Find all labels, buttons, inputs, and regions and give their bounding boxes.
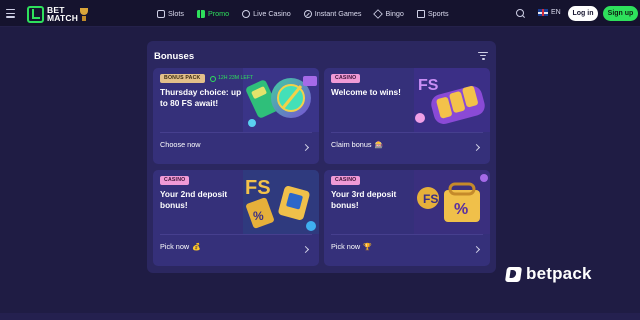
- betpack-logo-icon: [504, 266, 523, 282]
- pick-now-link[interactable]: Pick now 🏆: [331, 242, 372, 251]
- trophy-icon: [80, 7, 89, 21]
- live-casino-icon: [242, 9, 251, 18]
- free-spins-slot-illustration: FS: [414, 68, 490, 132]
- timer-text: 12H 23M LEFT: [218, 75, 254, 81]
- nav-item-bingo[interactable]: Bingo: [373, 8, 404, 19]
- nav-label: Live Casino: [253, 9, 291, 18]
- card-divider: [160, 234, 312, 235]
- svg-text:FS: FS: [418, 77, 439, 94]
- chevron-right-icon[interactable]: [472, 245, 481, 254]
- bonus-card-title: Your 2nd deposit bonus!: [160, 189, 228, 210]
- action-label: Claim bonus: [331, 140, 372, 149]
- bingo-icon: [373, 8, 384, 19]
- language-label: EN: [551, 9, 561, 16]
- clock-icon: [210, 75, 216, 82]
- third-deposit-illustration: FS %: [414, 170, 490, 234]
- watermark-text: betpack: [526, 264, 592, 283]
- nav-label: Promo: [207, 9, 230, 18]
- nav-label: Slots: [168, 9, 184, 18]
- bonus-card-welcome[interactable]: FS CASINO Welcome to wins! Claim bonus 🎰: [324, 68, 490, 164]
- bonus-pack-tag: BONUS PACK: [160, 74, 205, 83]
- casino-tag: CASINO: [160, 176, 190, 185]
- casino-tag: CASINO: [331, 74, 361, 83]
- nav-item-slots[interactable]: Slots: [157, 9, 184, 18]
- betmatch-logo[interactable]: BET MATCH: [27, 4, 89, 24]
- logo-text: BET MATCH: [47, 6, 79, 23]
- bonus-card-title: Your 3rd deposit bonus!: [331, 189, 397, 210]
- action-label: Pick now: [160, 242, 190, 251]
- chevron-right-icon[interactable]: [301, 245, 310, 254]
- chevron-right-icon[interactable]: [301, 143, 310, 152]
- nav-label: Bingo: [385, 9, 404, 18]
- login-button[interactable]: Log in: [568, 6, 598, 21]
- search-icon[interactable]: [516, 9, 525, 18]
- bottom-strip: [0, 313, 640, 320]
- uk-flag-icon: [538, 9, 548, 16]
- casino-tag: CASINO: [331, 176, 361, 185]
- bonuses-title: Bonuses: [154, 51, 195, 62]
- language-selector[interactable]: EN: [538, 9, 561, 16]
- trophy-emoji-icon: 🏆: [363, 243, 372, 251]
- logo-text-line2: MATCH: [47, 13, 79, 23]
- bonuses-panel: Bonuses BONUS PACK 12H 23M LEFT Thursday…: [147, 41, 496, 273]
- signup-button[interactable]: Sign up: [603, 6, 638, 21]
- pick-now-link[interactable]: Pick now 💰: [160, 242, 201, 251]
- svg-text:%: %: [253, 209, 264, 223]
- slot-machine-emoji-icon: 🎰: [374, 141, 384, 149]
- nav-item-live-casino[interactable]: Live Casino: [242, 9, 291, 18]
- bonus-card-3rd-deposit[interactable]: FS % CASINO Your 3rd deposit bonus! Pick…: [324, 170, 490, 266]
- svg-text:FS: FS: [423, 192, 438, 206]
- bonus-card-title: Welcome to wins!: [331, 87, 401, 97]
- nav-label: Instant Games: [314, 9, 362, 18]
- choose-now-link[interactable]: Choose now: [160, 140, 201, 149]
- sports-icon: [416, 9, 425, 18]
- logo-mark-icon: [27, 5, 44, 23]
- money-bag-emoji-icon: 💰: [192, 243, 201, 251]
- nav-item-sports[interactable]: Sports: [416, 9, 449, 18]
- betpack-watermark: betpack: [504, 264, 592, 284]
- card-divider: [331, 132, 483, 133]
- menu-icon[interactable]: [6, 9, 15, 18]
- action-label: Choose now: [160, 140, 201, 149]
- filter-icon[interactable]: [478, 52, 488, 60]
- bonus-pack-illustration: [243, 68, 319, 132]
- second-deposit-illustration: FS %: [243, 170, 319, 234]
- claim-bonus-link[interactable]: Claim bonus 🎰: [331, 140, 383, 149]
- nav-label: Sports: [427, 9, 449, 18]
- slot-machine-icon: [157, 9, 165, 18]
- gift-icon: [196, 9, 205, 18]
- bonus-card-title: Thursday choice: up to 80 FS await!: [160, 87, 242, 108]
- nav-item-promo[interactable]: Promo: [196, 9, 230, 18]
- nav-item-instant-games[interactable]: Instant Games: [303, 9, 362, 18]
- rocket-icon: [303, 9, 312, 18]
- bonus-card-thursday-choice[interactable]: BONUS PACK 12H 23M LEFT Thursday choice:…: [153, 68, 319, 164]
- action-label: Pick now: [331, 242, 361, 251]
- top-navigation-bar: BET MATCH Slots Promo Live Casino Instan…: [0, 0, 640, 27]
- countdown-timer: 12H 23M LEFT: [210, 74, 253, 83]
- card-divider: [331, 234, 483, 235]
- svg-text:%: %: [454, 201, 468, 218]
- chevron-right-icon[interactable]: [472, 143, 481, 152]
- card-divider: [160, 132, 312, 133]
- bonus-card-2nd-deposit[interactable]: FS % CASINO Your 2nd deposit bonus! Pick…: [153, 170, 319, 266]
- main-nav: Slots Promo Live Casino Instant Games Bi…: [157, 0, 462, 27]
- svg-text:FS: FS: [245, 177, 271, 199]
